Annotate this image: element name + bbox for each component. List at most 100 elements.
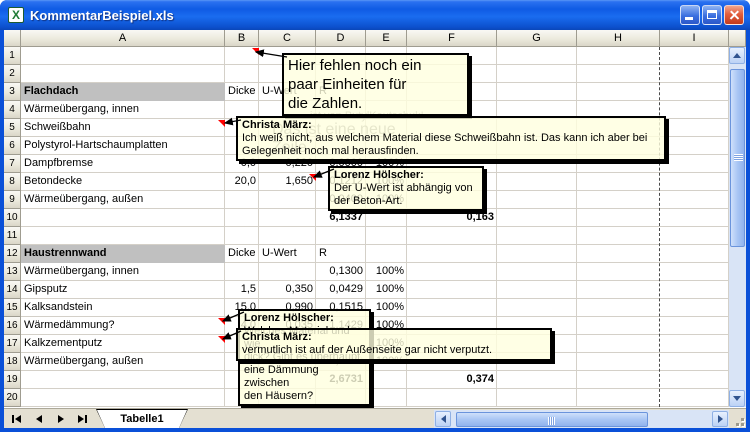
row-header-3[interactable]: 3 [4, 83, 21, 101]
scroll-up-button[interactable] [729, 47, 745, 64]
row-header-16[interactable]: 16 [4, 317, 21, 335]
cell-C12[interactable]: U-Wert [259, 245, 316, 263]
cell-C14[interactable]: 0,350 [259, 281, 316, 299]
column-header-H[interactable]: H [577, 30, 660, 47]
row-header-12[interactable]: 12 [4, 245, 21, 263]
cell-A5[interactable]: Schweißbahn [21, 119, 225, 137]
cell-E15[interactable]: 100% [366, 299, 407, 317]
row-header-17[interactable]: 17 [4, 335, 21, 353]
row-header-4[interactable]: 4 [4, 101, 21, 119]
cell-A17[interactable]: Kalkzementputz [21, 335, 225, 353]
row-header-11[interactable]: 11 [4, 227, 21, 245]
cell-A9[interactable]: Wärmeübergang, außen [21, 191, 225, 209]
row-header-9[interactable]: 9 [4, 191, 21, 209]
nav-last-icon [78, 415, 84, 423]
scroll-left-button[interactable] [435, 411, 451, 427]
column-header-C[interactable]: C [259, 30, 316, 47]
comment-box[interactable]: Christa März:Ich weiß nicht, aus welchem… [236, 116, 666, 161]
cell-A6[interactable]: Polystyrol-Hartschaumplatten [21, 137, 225, 155]
comment-box[interactable]: Lorenz Hölscher:Der U-Wert ist abhängig … [328, 166, 484, 211]
scroll-right-button[interactable] [712, 411, 728, 427]
column-header-B[interactable]: B [225, 30, 259, 47]
cell-C8[interactable]: 1,650 [259, 173, 316, 191]
comment-indicator-B1 [252, 48, 259, 55]
comment-text: Der U-Wert ist abhängig von der Beton-Ar… [334, 182, 478, 208]
sheet-tab-label[interactable]: Tabelle1 [97, 410, 187, 428]
row-header-15[interactable]: 15 [4, 299, 21, 317]
scroll-right-icon [718, 415, 723, 423]
column-header-G[interactable]: G [497, 30, 577, 47]
cell-F19[interactable]: 0,374 [407, 371, 497, 389]
row-header-20[interactable]: 20 [4, 389, 21, 407]
cell-D14[interactable]: 0,0429 [316, 281, 366, 299]
row-header-1[interactable]: 1 [4, 47, 21, 65]
sheet-tab-tabelle1[interactable]: Tabelle1 [96, 409, 188, 428]
vertical-scrollbar[interactable] [729, 47, 746, 407]
row-header-5[interactable]: 5 [4, 119, 21, 137]
row-header-18[interactable]: 18 [4, 353, 21, 371]
cell-A14[interactable]: Gipsputz [21, 281, 225, 299]
cell-A4[interactable]: Wärmeübergang, innen [21, 101, 225, 119]
row-header-6[interactable]: 6 [4, 137, 21, 155]
title-bar[interactable]: X KommentarBeispiel.xls [0, 0, 750, 30]
nav-previous-button[interactable] [30, 411, 47, 427]
row-header-19[interactable]: 19 [4, 371, 21, 389]
cell-D12[interactable]: R [316, 245, 366, 263]
maximize-button[interactable] [702, 5, 722, 25]
row-header-8[interactable]: 8 [4, 173, 21, 191]
nav-last-button[interactable] [74, 411, 91, 427]
cell-D13[interactable]: 0,1300 [316, 263, 366, 281]
select-all-corner[interactable] [4, 30, 21, 47]
close-button[interactable] [724, 5, 744, 25]
cell-A18[interactable]: Wärmeübergang, außen [21, 353, 225, 371]
minimize-icon [685, 17, 693, 20]
excel-file-icon: X [8, 7, 24, 23]
cell-B14[interactable]: 1,5 [225, 281, 259, 299]
cell-A12[interactable]: Haustrennwand [21, 245, 225, 263]
excel-workbook-window: X KommentarBeispiel.xls ABCDEFGHI1234567… [0, 0, 750, 432]
cell-A8[interactable]: Betondecke [21, 173, 225, 191]
column-header-D[interactable]: D [316, 30, 366, 47]
cell-E14[interactable]: 100% [366, 281, 407, 299]
comment-indicator-A16 [218, 318, 225, 325]
maximize-icon [707, 10, 717, 19]
nav-next-button[interactable] [52, 411, 69, 427]
cell-A13[interactable]: Wärmeübergang, innen [21, 263, 225, 281]
cell-E13[interactable]: 100% [366, 263, 407, 281]
cell-F10[interactable]: 0,163 [407, 209, 497, 227]
comment-text: Ich weiß nicht, aus welchem Material die… [242, 132, 660, 158]
vertical-scroll-thumb[interactable] [730, 69, 745, 247]
comment-author: Lorenz Hölscher: [334, 169, 478, 182]
column-header-A[interactable]: A [21, 30, 225, 47]
cell-B3[interactable]: Dicke [225, 83, 259, 101]
minimize-button[interactable] [680, 5, 700, 25]
row-header-7[interactable]: 7 [4, 155, 21, 173]
cell-A15[interactable]: Kalksandstein [21, 299, 225, 317]
row-header-2[interactable]: 2 [4, 65, 21, 83]
comment-box[interactable]: Hier fehlen noch ein paar Einheiten für … [282, 53, 469, 116]
horizontal-scrollbar[interactable] [434, 410, 729, 428]
cell-A7[interactable]: Dampfbremse [21, 155, 225, 173]
resize-grip[interactable] [730, 412, 744, 426]
cell-D10[interactable]: 6,1337 [316, 209, 366, 227]
horizontal-scroll-thumb[interactable] [456, 412, 648, 427]
column-header-F[interactable]: F [407, 30, 497, 47]
comment-text: Hier fehlen noch ein paar Einheiten für … [288, 56, 463, 113]
row-header-14[interactable]: 14 [4, 281, 21, 299]
nav-next-icon [58, 415, 64, 423]
cell-B8[interactable]: 20,0 [225, 173, 259, 191]
comment-author: Lorenz Hölscher: [244, 312, 365, 325]
column-header-E[interactable]: E [366, 30, 407, 47]
comment-author: Christa März: [242, 119, 660, 132]
scroll-down-button[interactable] [729, 390, 745, 407]
cell-A3[interactable]: Flachdach [21, 83, 225, 101]
row-header-10[interactable]: 10 [4, 209, 21, 227]
cell-A16[interactable]: Wärmedämmung? [21, 317, 225, 335]
nav-first-button[interactable] [8, 411, 25, 427]
nav-previous-icon [36, 415, 42, 423]
row-header-13[interactable]: 13 [4, 263, 21, 281]
scroll-left-icon [441, 415, 446, 423]
comment-box[interactable]: Christa März:vermutlich ist auf der Auße… [236, 328, 552, 361]
cell-B12[interactable]: Dicke [225, 245, 259, 263]
column-header-I[interactable]: I [660, 30, 729, 47]
